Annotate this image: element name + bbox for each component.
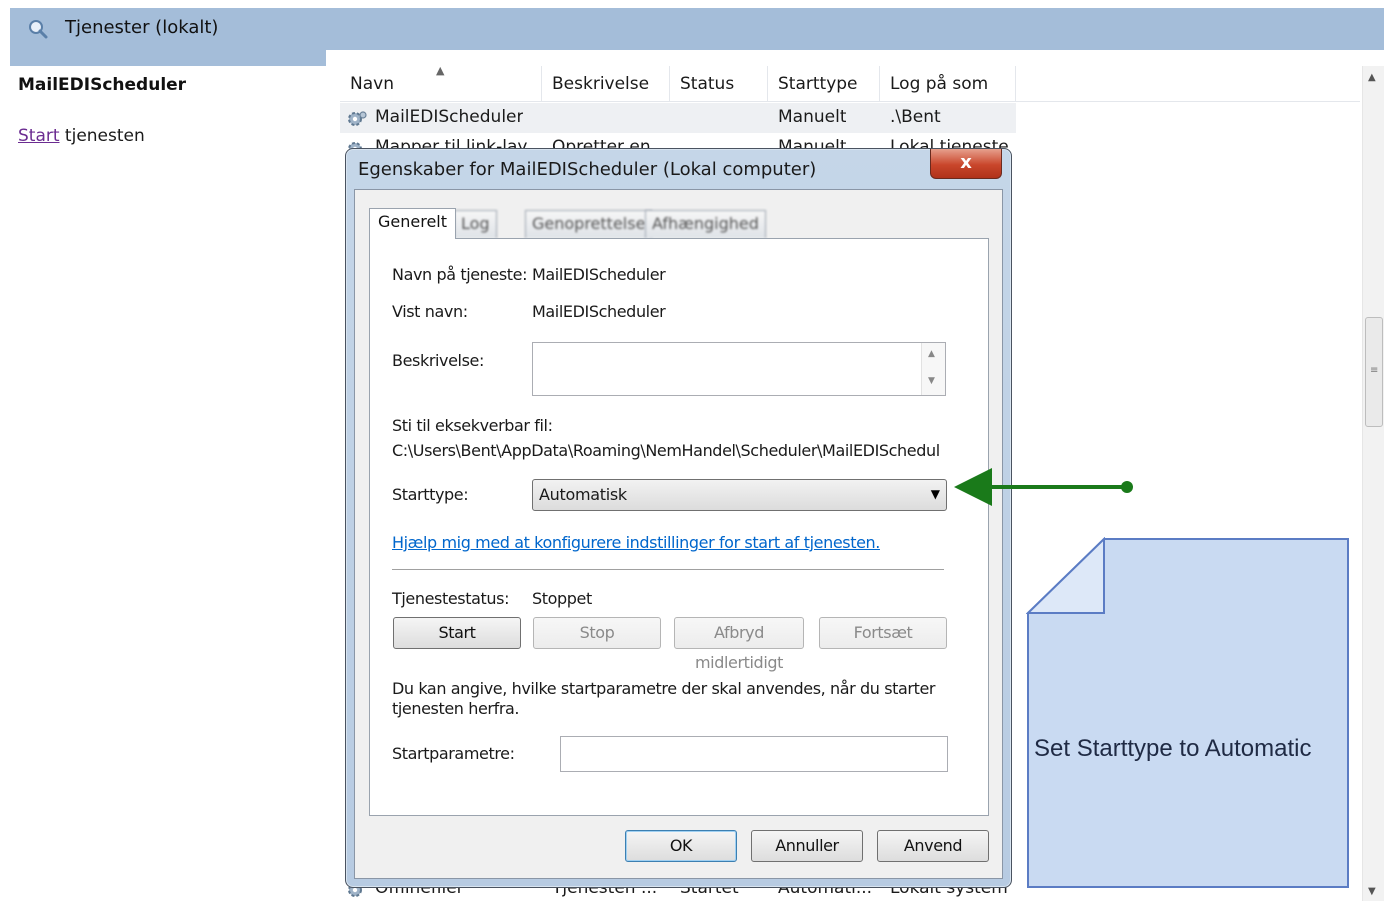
- executable-path-value: C:\Users\Bent\AppData\Roaming\NemHandel\…: [392, 441, 940, 460]
- column-header-name[interactable]: ▲ Navn: [340, 64, 542, 102]
- start-service-link[interactable]: Start: [18, 126, 60, 146]
- general-tab-panel: Navn på tjeneste: MailEDIScheduler Vist …: [369, 238, 989, 816]
- scroll-down-arrow-icon[interactable]: ▼: [1368, 886, 1376, 897]
- sort-ascending-icon: ▲: [436, 64, 445, 77]
- service-gear-icon: [348, 111, 367, 126]
- tab-recovery[interactable]: Genoprettelse: [525, 210, 653, 238]
- ok-button[interactable]: OK: [625, 830, 737, 862]
- divider: [392, 569, 944, 570]
- apply-button[interactable]: Anvend: [877, 830, 989, 862]
- display-name-label: Vist navn:: [392, 302, 468, 321]
- list-vertical-scrollbar[interactable]: ▲ ≡ ▼: [1362, 66, 1384, 901]
- tab-logon[interactable]: Log på: [454, 210, 497, 259]
- left-pane-header-strip: [10, 50, 326, 66]
- start-service-line: Start tjenesten: [18, 126, 145, 146]
- window-title: Tjenester (lokalt): [65, 17, 219, 38]
- scroll-up-arrow-icon[interactable]: ▲: [1368, 72, 1376, 83]
- start-params-input[interactable]: [560, 736, 948, 772]
- service-logon-cell: .\Bent: [890, 107, 941, 127]
- column-header-description[interactable]: Beskrivelse: [542, 66, 670, 102]
- service-name-value: MailEDIScheduler: [532, 265, 666, 284]
- start-service-suffix: tjenesten: [59, 126, 145, 146]
- description-field[interactable]: ▲ ▼: [532, 342, 946, 396]
- start-button[interactable]: Start: [393, 617, 521, 649]
- grip-icon: ≡: [1370, 365, 1379, 376]
- service-properties-dialog: Egenskaber for MailEDIScheduler (Lokal c…: [345, 148, 1012, 888]
- annotation-note-text: Set Starttype to Automatic: [1034, 735, 1312, 762]
- tab-general[interactable]: Generelt: [369, 208, 457, 239]
- annotation-arrow: [954, 468, 1133, 506]
- column-header-status[interactable]: Status: [670, 66, 768, 102]
- service-status-value: Stoppet: [532, 589, 592, 608]
- service-name-cell: MailEDIScheduler: [375, 107, 524, 127]
- start-params-hint-line1: Du kan angive, hvilke startparametre der…: [392, 679, 936, 698]
- services-title-bar: Tjenester (lokalt): [10, 8, 1384, 50]
- description-label: Beskrivelse:: [392, 351, 484, 370]
- scroll-down-arrow-icon[interactable]: ▼: [928, 376, 935, 386]
- service-list-header: ▲ Navn Beskrivelse Status Starttype Log …: [340, 64, 1360, 102]
- selected-service-heading: MailEDIScheduler: [18, 75, 187, 95]
- pause-button[interactable]: Afbryd midlertidigt: [674, 617, 804, 672]
- stop-button[interactable]: Stop: [533, 617, 661, 649]
- column-header-logon[interactable]: Log på som: [880, 66, 1016, 102]
- search-icon: [29, 20, 48, 39]
- table-row[interactable]: MailEDIScheduler Manuelt .\Bent: [340, 103, 1016, 133]
- starttype-selected-value: Automatisk: [539, 485, 627, 504]
- annotation-note-shape: [1026, 537, 1349, 888]
- starttype-dropdown[interactable]: Automatisk ▼: [532, 479, 947, 511]
- executable-path-label: Sti til eksekverbar fil:: [392, 416, 553, 435]
- service-status-label: Tjenestestatus:: [392, 589, 510, 608]
- start-params-hint-line2: tjenesten herfra.: [392, 699, 520, 718]
- service-starttype-cell: Manuelt: [778, 107, 847, 127]
- column-header-starttype[interactable]: Starttype: [768, 66, 880, 102]
- help-configure-start-link[interactable]: Hjælp mig med at konfigurere indstilling…: [392, 533, 880, 552]
- start-params-label: Startparametre:: [392, 744, 515, 763]
- cancel-button[interactable]: Annuller: [751, 830, 863, 862]
- description-scrollbar[interactable]: ▲ ▼: [921, 343, 945, 395]
- tab-dependencies[interactable]: Afhængighed: [645, 210, 766, 238]
- scrollbar-thumb[interactable]: ≡: [1365, 317, 1383, 427]
- chevron-down-icon: ▼: [930, 487, 940, 501]
- service-name-label: Navn på tjeneste:: [392, 265, 528, 284]
- display-name-value: MailEDIScheduler: [532, 302, 666, 321]
- close-button[interactable]: x: [930, 149, 1002, 179]
- resume-button[interactable]: Fortsæt: [819, 617, 947, 649]
- dialog-client-area: Generelt Log på Genoprettelse Afhængighe…: [354, 189, 1003, 879]
- starttype-label: Starttype:: [392, 485, 469, 504]
- dialog-title: Egenskaber for MailEDIScheduler (Lokal c…: [358, 159, 817, 180]
- scroll-up-arrow-icon[interactable]: ▲: [928, 349, 935, 359]
